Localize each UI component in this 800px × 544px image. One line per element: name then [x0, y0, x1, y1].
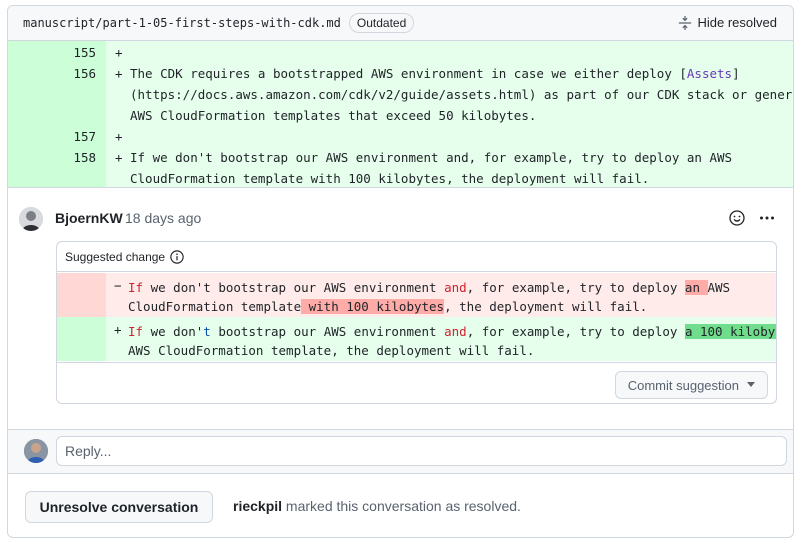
added-gutter: [57, 317, 106, 361]
hide-resolved-button[interactable]: Hide resolved: [678, 15, 778, 30]
resolved-text: marked this conversation as resolved.: [282, 498, 521, 514]
add-marker: +: [115, 45, 123, 60]
comment-timestamp[interactable]: 18 days ago: [125, 210, 201, 226]
diff-text-line: If we don't bootstrap our AWS environmen…: [130, 150, 733, 165]
text-fragment: AWS: [707, 280, 731, 295]
commit-suggestion-label: Commit suggestion: [627, 377, 739, 393]
text-fragment: , for example, try to deploy: [466, 280, 685, 295]
info-icon[interactable]: [170, 249, 184, 264]
added-highlight: a 100 kilobyte: [684, 324, 776, 339]
text-fragment: , the deployment will fail.: [444, 299, 648, 314]
suggestion-footer: Commit suggestion: [57, 362, 776, 403]
file-header: manuscript/part-1-05-first-steps-with-cd…: [8, 6, 793, 41]
text-fragment: , for example, try to deploy: [466, 324, 685, 339]
assets-link[interactable]: Assets: [687, 66, 732, 81]
resolver-username[interactable]: rieckpil: [233, 498, 282, 514]
current-user-avatar[interactable]: [24, 439, 48, 463]
add-marker: +: [115, 66, 123, 81]
removed-line: − If we don't bootstrap our AWS environm…: [57, 273, 776, 317]
suggestion-header: Suggested change: [57, 242, 776, 272]
add-marker: +: [115, 129, 123, 144]
person-icon: [19, 207, 43, 231]
line-number[interactable]: 155: [8, 45, 96, 60]
text-fragment: we don': [143, 324, 204, 339]
fold-icon: [678, 15, 691, 30]
removed-highlight: an: [684, 280, 708, 295]
line-number[interactable]: 158: [8, 150, 96, 165]
diff-text-bracket: ]: [732, 66, 740, 81]
outdated-badge: Outdated: [348, 13, 415, 33]
text-fragment: CloudFormation template: [128, 299, 302, 314]
divider: [8, 473, 793, 474]
divider: [8, 187, 793, 188]
remove-marker: −: [114, 278, 122, 293]
line-number[interactable]: 156: [8, 66, 96, 81]
text-fragment: If: [128, 324, 144, 339]
diff-text-line: AWS CloudFormation templates that exceed…: [130, 108, 537, 123]
diff-text-line: The CDK requires a bootstrapped AWS envi…: [130, 66, 687, 81]
file-path[interactable]: manuscript/part-1-05-first-steps-with-cd…: [23, 16, 341, 30]
diff-text-line: CloudFormation template with 100 kilobyt…: [130, 171, 650, 186]
commit-suggestion-button[interactable]: Commit suggestion: [614, 371, 768, 399]
text-fragment: AWS CloudFormation template, the deploym…: [128, 343, 535, 358]
reply-input[interactable]: Reply...: [56, 436, 787, 466]
diff-context: 155 + 156 + The CDK requires a bootstrap…: [8, 41, 793, 187]
suggested-change: Suggested change − If we don't bootstrap…: [56, 241, 777, 404]
suggestion-title: Suggested change: [65, 249, 166, 264]
diff-text: The CDK requires a bootstrapped AWS envi…: [130, 63, 794, 126]
add-marker: +: [114, 322, 122, 337]
comment-actions: [729, 210, 775, 226]
text-fragment: we don't: [143, 280, 211, 295]
unresolve-conversation-button[interactable]: Unresolve conversation: [25, 491, 213, 523]
text-fragment: t: [203, 324, 211, 339]
review-thread: manuscript/part-1-05-first-steps-with-cd…: [7, 5, 794, 538]
diff-text: If we don't bootstrap our AWS environmen…: [130, 147, 732, 189]
removed-highlight: with 100 kilobytes: [301, 299, 445, 314]
removed-gutter: [57, 273, 106, 317]
added-text: If we don't bootstrap our AWS environmen…: [128, 322, 776, 360]
resolved-message: rieckpil marked this conversation as res…: [233, 498, 521, 514]
hide-resolved-label: Hide resolved: [697, 15, 778, 30]
smiley-icon[interactable]: [729, 210, 745, 226]
triangle-down-icon: [747, 382, 755, 387]
person-icon: [24, 439, 48, 463]
text-fragment: If: [128, 280, 144, 295]
added-line: + If we don't bootstrap our AWS environm…: [57, 317, 776, 361]
kebab-icon[interactable]: [759, 210, 775, 226]
diff-text-line: (https://docs.aws.amazon.com/cdk/v2/guid…: [130, 87, 794, 102]
text-fragment: and: [444, 324, 467, 339]
comment-author[interactable]: BjoernKW: [55, 210, 123, 226]
line-number[interactable]: 157: [8, 129, 96, 144]
text-fragment: bootstrap our AWS environment: [210, 280, 445, 295]
text-fragment: and: [444, 280, 467, 295]
text-fragment: bootstrap our AWS environment: [210, 324, 445, 339]
reply-placeholder: Reply...: [65, 443, 112, 459]
avatar[interactable]: [19, 207, 43, 231]
removed-text: If we don't bootstrap our AWS environmen…: [128, 278, 730, 316]
diff-gutter: [8, 41, 106, 187]
add-marker: +: [115, 150, 123, 165]
